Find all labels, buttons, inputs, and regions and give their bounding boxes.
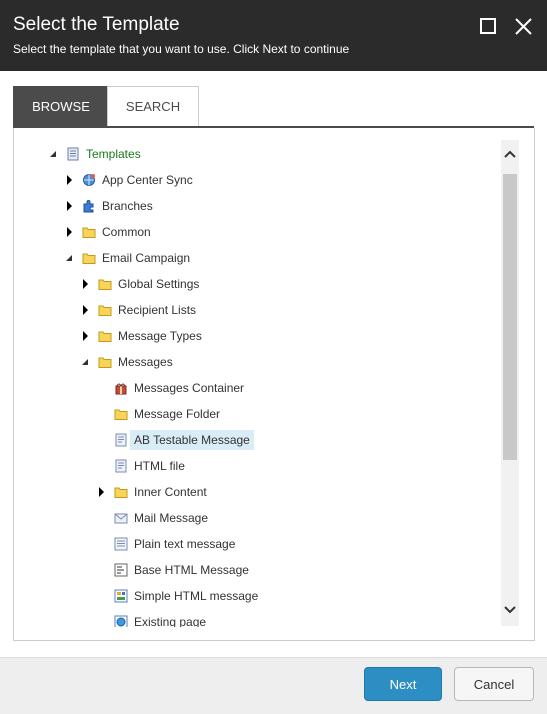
tree-row[interactable]: Recipient Lists [80,300,484,320]
scroll-up-button[interactable] [501,144,519,164]
tree-item-label[interactable]: HTML file [130,456,189,476]
tree-panel: Templates App Center Sync Branches Common Em… [13,128,535,641]
tree-item-label[interactable]: Email Campaign [98,248,194,268]
tree-item-label[interactable]: App Center Sync [98,170,197,190]
tree-row[interactable]: Messages Container [96,378,484,398]
tree-row[interactable]: Existing page [96,612,484,627]
chevron-up-icon [504,150,516,158]
tree-item-label[interactable]: Simple HTML message [130,586,262,606]
maximize-icon [480,18,496,34]
tree-item-label[interactable]: AB Testable Message [130,430,254,450]
tree-row[interactable]: HTML file [96,456,484,476]
maximize-button[interactable] [477,15,501,39]
folder-icon [82,225,96,239]
collapsed-arrow-icon[interactable] [64,196,74,216]
dialog-header: Select the Template Select the template … [0,0,547,71]
collapsed-arrow-icon[interactable] [80,300,90,320]
tree-item-label[interactable]: Plain text message [130,534,239,554]
tree-row[interactable]: Base HTML Message [96,560,484,580]
chevron-down-icon [504,606,516,614]
expanded-arrow-icon[interactable] [80,352,90,372]
globe-sync-icon [82,173,96,187]
tree-row[interactable]: Mail Message [96,508,484,528]
tab-browse[interactable]: BROWSE [13,86,109,128]
template-icon [66,147,80,161]
scroll-down-button[interactable] [501,600,519,620]
tree-row[interactable]: Simple HTML message [96,586,484,606]
cancel-button[interactable]: Cancel [454,667,534,701]
tree-row[interactable]: Branches [64,196,484,216]
folder-icon [98,303,112,317]
tree-item-label[interactable]: Message Folder [130,404,224,424]
vertical-scrollbar[interactable] [501,140,519,626]
scrollbar-thumb[interactable] [503,174,517,460]
tree-item-label[interactable]: Messages Container [130,378,248,398]
dialog-subtitle: Select the template that you want to use… [13,42,350,56]
tree-row[interactable]: Email Campaign [64,248,484,268]
html-document-icon [114,563,128,577]
tree-item-label[interactable]: Message Types [114,326,206,346]
tree-row[interactable]: Messages [80,352,484,372]
collapsed-arrow-icon[interactable] [64,170,74,190]
gift-box-icon [114,381,128,395]
expanded-arrow-icon[interactable] [64,248,74,268]
tree-item-label[interactable]: Global Settings [114,274,203,294]
tree-row[interactable]: Common [64,222,484,242]
text-document-icon [114,537,128,551]
globe-page-icon [114,615,128,627]
tree-row[interactable]: Plain text message [96,534,484,554]
folder-icon [114,407,128,421]
tree-item-label[interactable]: Templates [82,144,145,164]
tree-item-label[interactable]: Messages [114,352,177,372]
collapsed-arrow-icon[interactable] [80,274,90,294]
tree-row-selected[interactable]: AB Testable Message [96,430,484,450]
tree-item-label[interactable]: Branches [98,196,157,216]
puzzle-icon [82,199,96,213]
template-tree: Templates App Center Sync Branches Common Em… [14,128,499,627]
collapsed-arrow-icon[interactable] [80,326,90,346]
tab-search[interactable]: SEARCH [107,86,199,127]
tree-item-label[interactable]: Common [98,222,155,242]
folder-icon [98,277,112,291]
dialog-title: Select the Template [13,14,180,35]
tree-item-label[interactable]: Base HTML Message [130,560,253,580]
tree-row[interactable]: Templates [48,144,484,164]
next-button[interactable]: Next [364,667,442,701]
tree-row[interactable]: App Center Sync [64,170,484,190]
close-icon [515,18,532,35]
tree-row[interactable]: Message Folder [96,404,484,424]
layout-document-icon [114,589,128,603]
tree-item-label[interactable]: Inner Content [130,482,211,502]
collapsed-arrow-icon[interactable] [96,482,106,502]
tree-row[interactable]: Inner Content [96,482,484,502]
tree-item-label[interactable]: Recipient Lists [114,300,200,320]
document-icon [114,433,128,447]
folder-icon [114,485,128,499]
folder-icon [98,355,112,369]
close-button[interactable] [512,15,536,39]
folder-icon [82,251,96,265]
collapsed-arrow-icon[interactable] [64,222,74,242]
tree-item-label[interactable]: Mail Message [130,508,212,528]
folder-icon [98,329,112,343]
envelope-icon [114,511,128,525]
expanded-arrow-icon[interactable] [48,144,58,164]
tree-row[interactable]: Message Types [80,326,484,346]
document-icon [114,459,128,473]
tree-item-label[interactable]: Existing page [130,612,210,627]
tree-row[interactable]: Global Settings [80,274,484,294]
dialog-footer: Next Cancel [0,657,547,714]
